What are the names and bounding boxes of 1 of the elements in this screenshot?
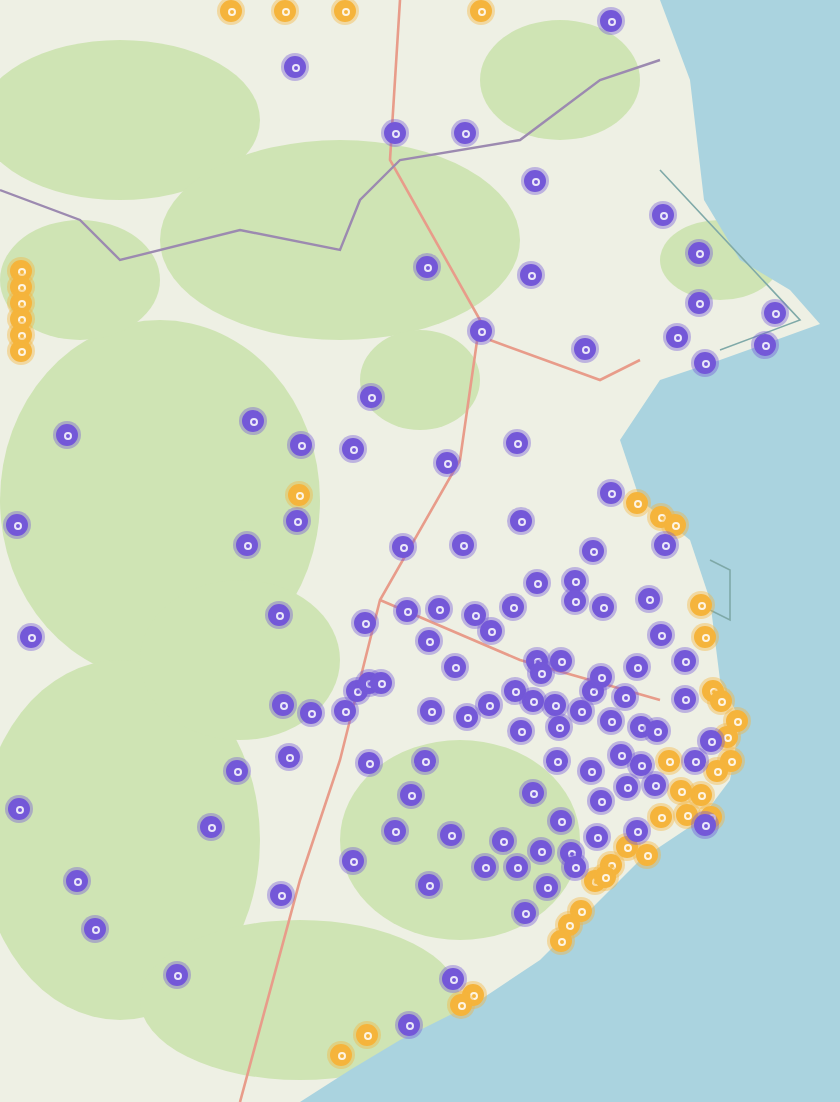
map-pin[interactable] [480, 620, 502, 642]
